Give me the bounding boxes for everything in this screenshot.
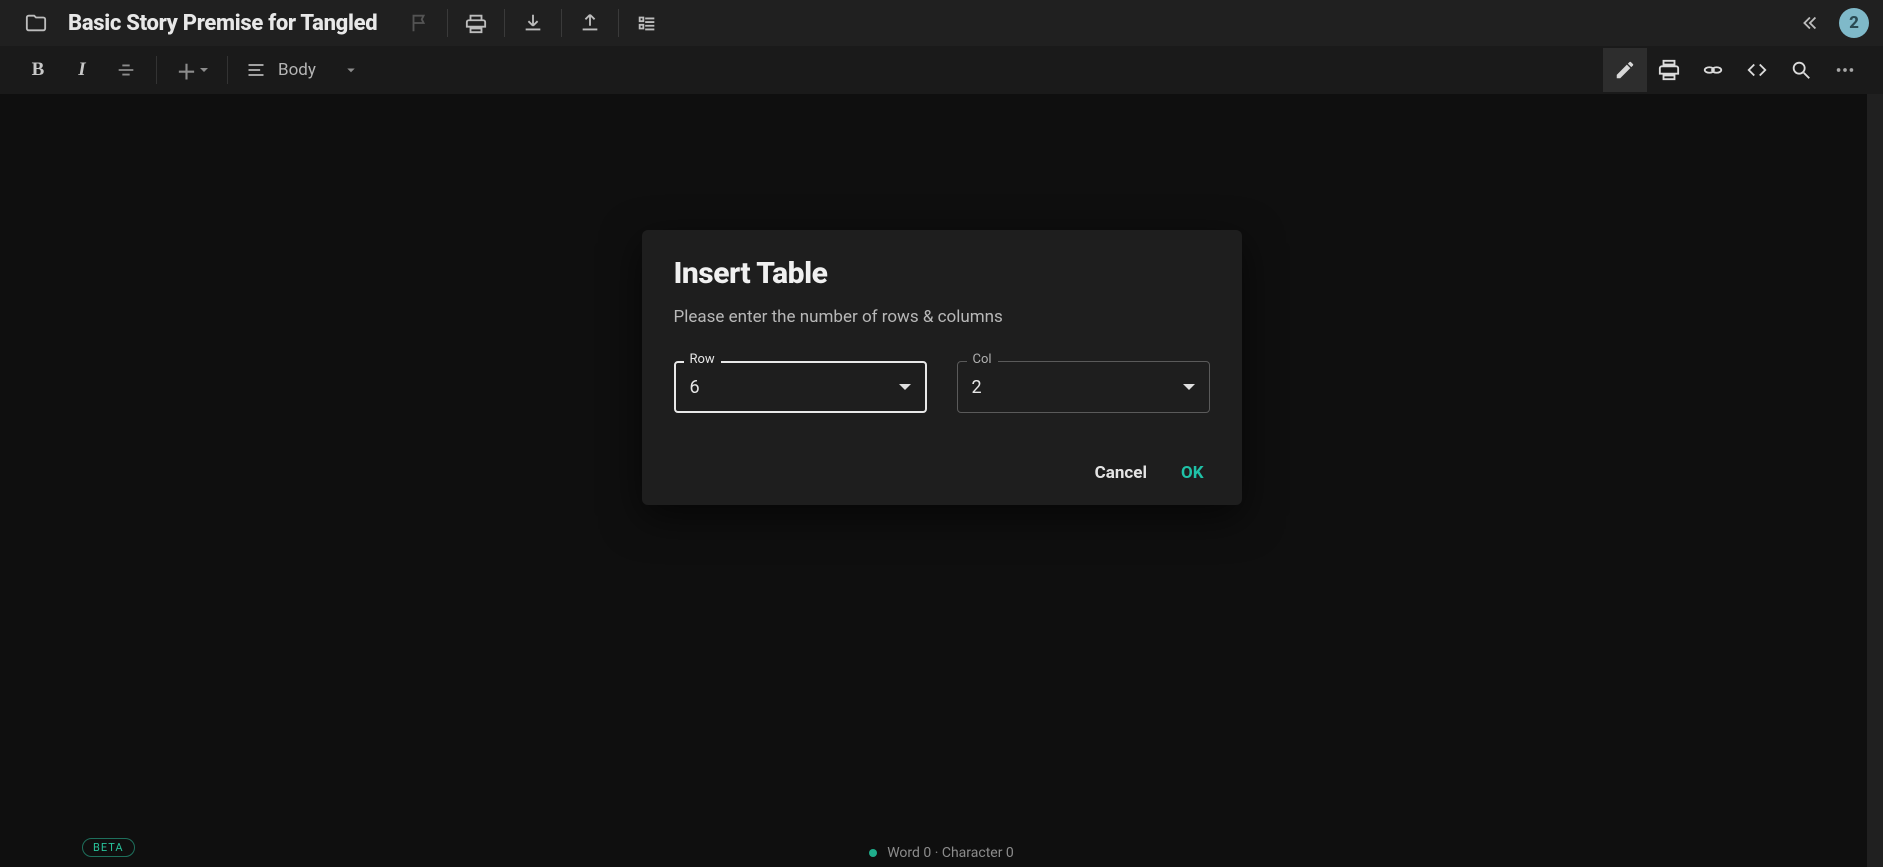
dialog-title: Insert Table [674, 256, 1210, 291]
chevron-down-icon [899, 384, 911, 390]
dialog-subtitle: Please enter the number of rows & column… [674, 307, 1210, 327]
row-select[interactable]: Row 6 [674, 361, 927, 413]
chevron-down-icon [1183, 384, 1195, 390]
dialog-backdrop: Insert Table Please enter the number of … [0, 0, 1883, 867]
col-select-label: Col [967, 352, 998, 367]
insert-table-dialog: Insert Table Please enter the number of … [642, 230, 1242, 505]
col-select-value: 2 [972, 377, 982, 398]
ok-button[interactable]: OK [1181, 463, 1204, 483]
cancel-button[interactable]: Cancel [1095, 463, 1147, 483]
row-select-label: Row [684, 352, 721, 367]
row-select-value: 6 [690, 377, 700, 398]
col-select[interactable]: Col 2 [957, 361, 1210, 413]
